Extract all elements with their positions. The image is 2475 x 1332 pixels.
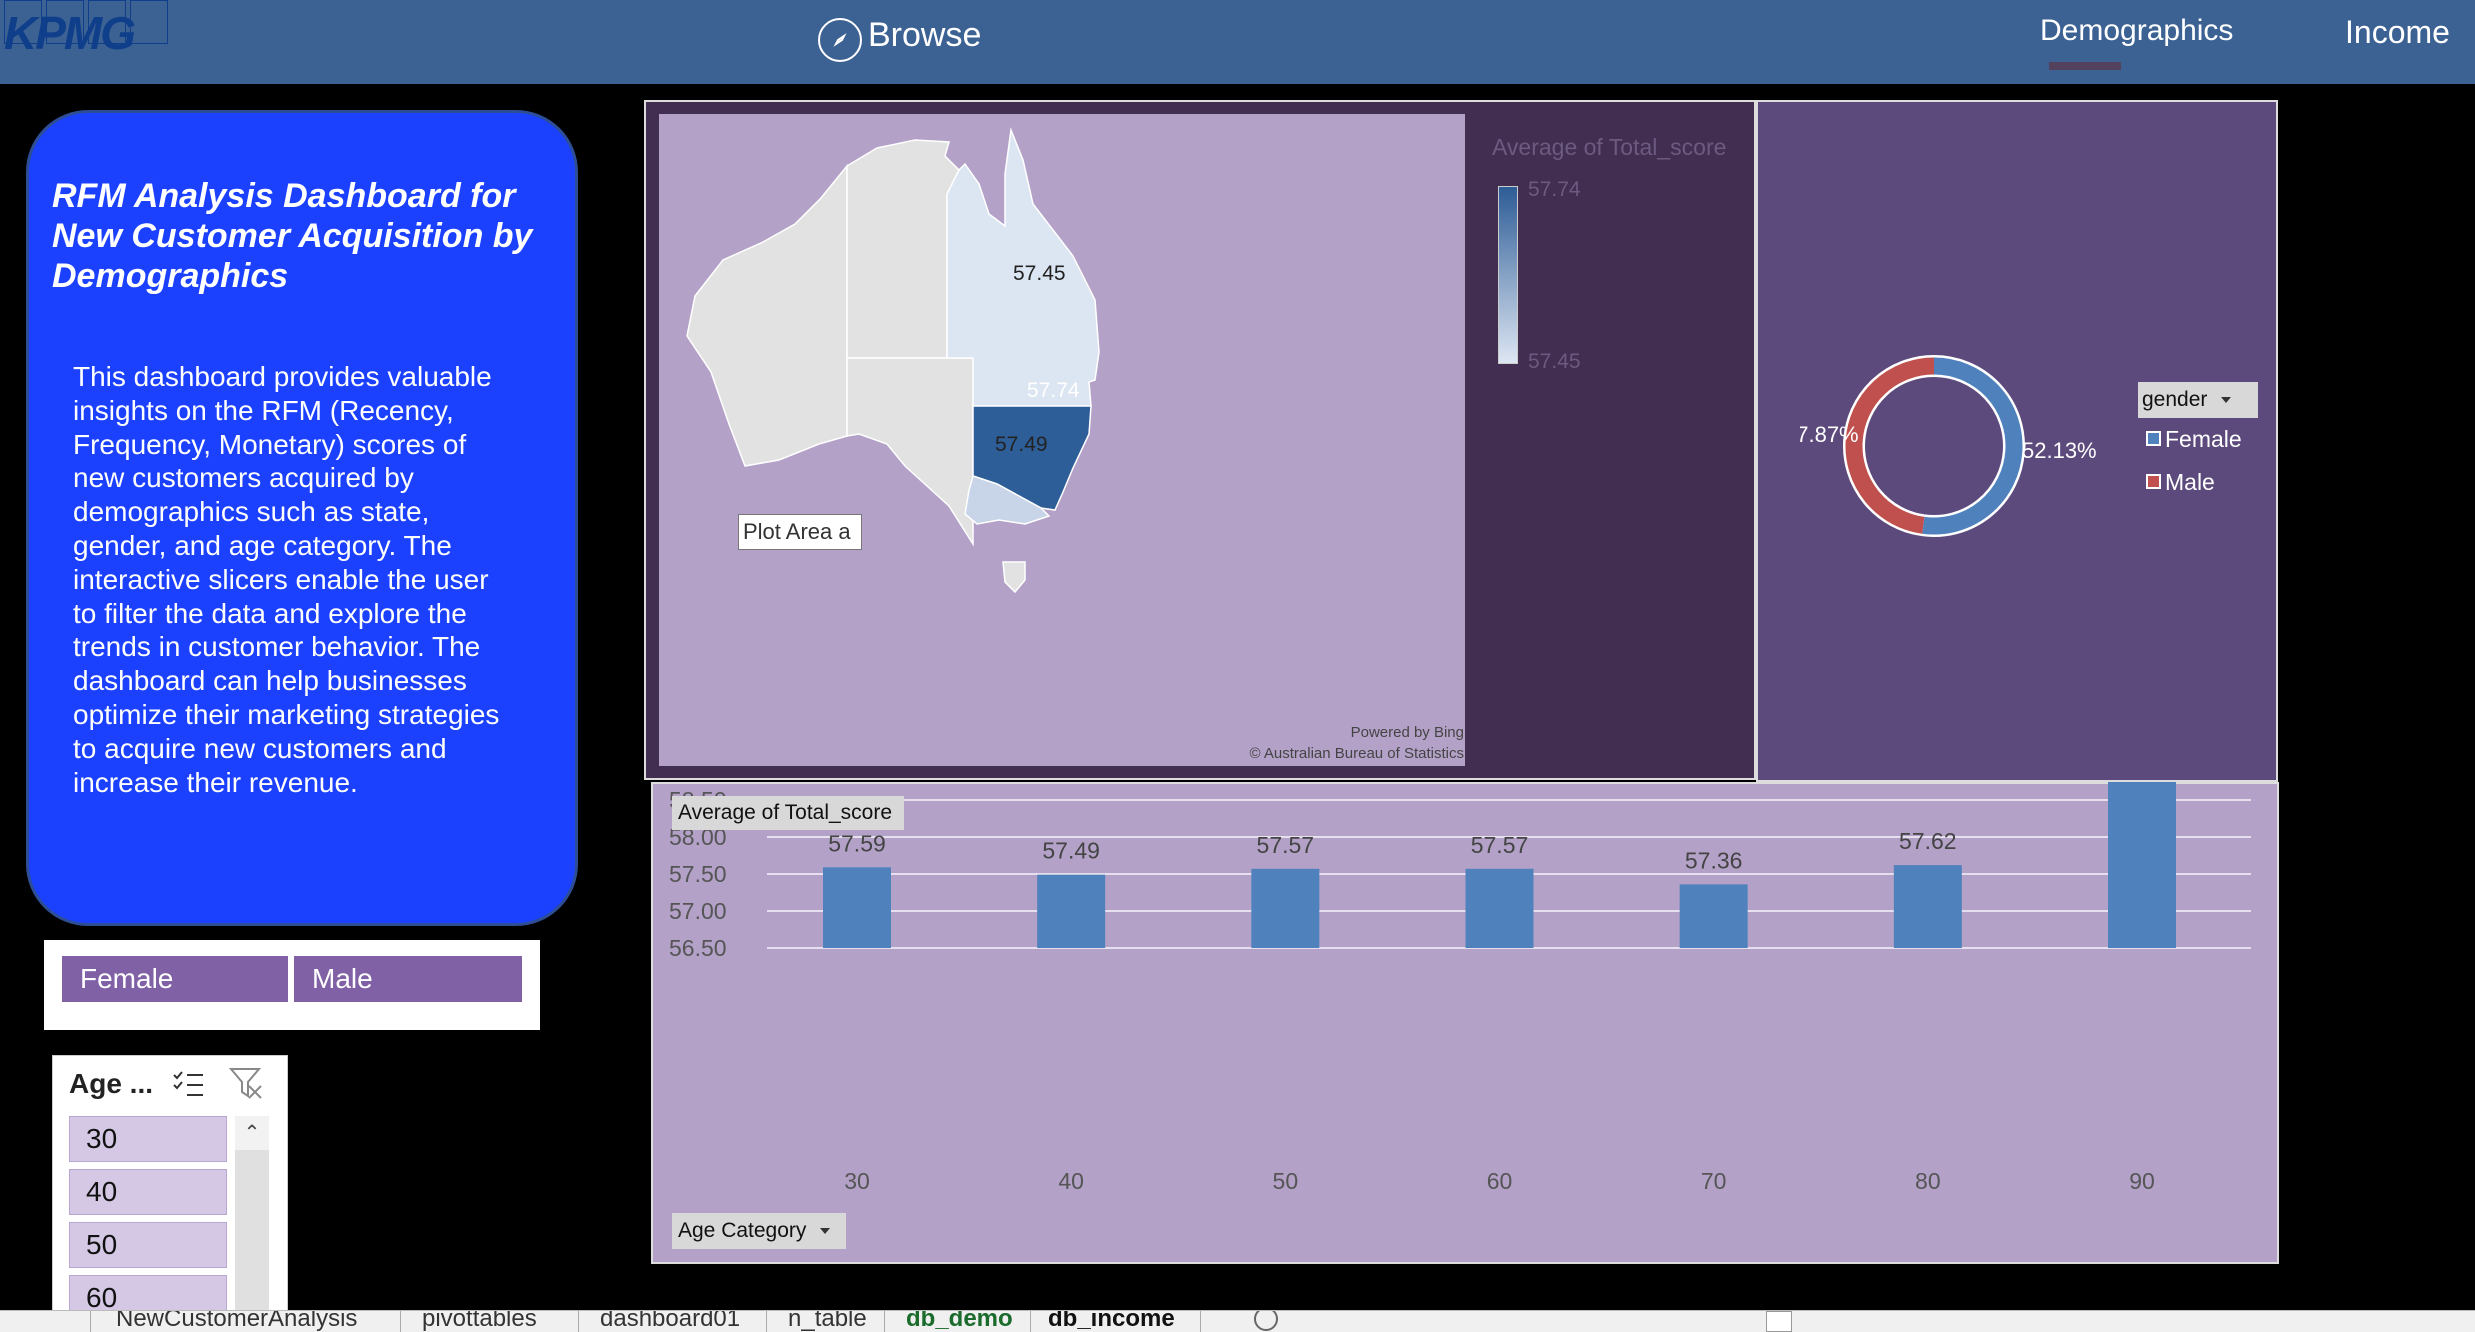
age-bar-chart: 59.0058.5058.0057.5057.0056.5057.593057.…	[669, 782, 2251, 1194]
age-slicer: Age ... 30 40 50 60 ⌃	[52, 1055, 288, 1331]
legend-female-label: Female	[2165, 426, 2242, 452]
age-slicer-title: Age ...	[69, 1068, 154, 1099]
nav-demographics[interactable]: Demographics	[2040, 14, 2233, 48]
region-wa[interactable]	[686, 163, 848, 467]
value-field-button[interactable]: Average of Total_score	[672, 796, 905, 830]
map-color-scale	[1498, 186, 1518, 364]
legend-male-swatch	[2146, 474, 2161, 490]
donut-label-male: 47.87%	[1800, 422, 1859, 447]
legend-male[interactable]: Male	[2146, 469, 2215, 496]
gender-field-label: gender	[2142, 388, 2208, 411]
y-tick-label: 56.50	[669, 935, 727, 961]
plot-area-tooltip-text: Plot Area	[743, 519, 833, 544]
scroll-left-icon[interactable]	[1766, 1311, 1792, 1332]
browse-button[interactable]: Browse	[868, 16, 981, 55]
sheet-tab-bar: NewCustomerAnalysis pivottables dashboar…	[0, 1310, 2475, 1332]
sheet-tab-db-demo[interactable]: db_demo	[906, 1311, 1013, 1332]
region-sa[interactable]	[846, 357, 974, 547]
x-tick-label: 70	[1701, 1168, 1727, 1194]
y-tick-label: 57.00	[669, 898, 727, 924]
bar-age-80[interactable]	[1893, 865, 1962, 948]
x-tick-label: 90	[2129, 1168, 2155, 1194]
map-label-nsw: 57.74	[1027, 379, 1080, 402]
bar-value-label: 57.57	[1471, 832, 1529, 858]
bar-value-label: 57.59	[828, 830, 886, 856]
bar-value-label: 57.36	[1685, 847, 1743, 873]
scroll-up-icon[interactable]: ⌃	[235, 1116, 269, 1150]
x-tick-label: 50	[1273, 1168, 1299, 1194]
map-legend-title: Average of Total_score	[1492, 134, 1727, 160]
donut-slice-male[interactable]	[1845, 357, 1935, 534]
legend-female-swatch	[2146, 431, 2161, 447]
chevron-down-icon	[820, 1228, 831, 1235]
sheet-tab-pivottables[interactable]: pivottables	[422, 1311, 537, 1332]
sheet-tab-newcustomeranalysis[interactable]: NewCustomerAnalysis	[116, 1311, 357, 1332]
x-tick-label: 30	[844, 1168, 870, 1194]
abs-credit: © Australian Bureau of Statistics	[1249, 745, 1465, 762]
bar-age-60[interactable]	[1465, 868, 1534, 948]
multi-select-icon[interactable]	[171, 1068, 205, 1105]
map-label-qld: 57.45	[1013, 262, 1066, 285]
map-legend-min: 57.45	[1528, 350, 1581, 373]
age-item-40[interactable]: 40	[69, 1169, 227, 1215]
australia-map: 57.45 57.74 57.49	[686, 127, 1100, 594]
map-credit: Powered by Bing © Australian Bureau of S…	[1180, 722, 1465, 764]
compass-icon[interactable]	[818, 18, 862, 62]
bar-value-label: 57.57	[1257, 832, 1315, 858]
legend-female[interactable]: Female	[2146, 426, 2242, 453]
bar-age-40[interactable]	[1037, 874, 1106, 948]
bar-age-90[interactable]	[2108, 782, 2176, 948]
map-legend-max: 57.74	[1528, 178, 1581, 201]
y-tick-label: 57.50	[669, 861, 727, 887]
donut-label-female: 52.13%	[2022, 438, 2097, 463]
donut-slice-female[interactable]	[1922, 357, 2023, 535]
legend-male-label: Male	[2165, 469, 2215, 495]
plot-area-tooltip-suffix: a	[838, 519, 851, 544]
active-nav-indicator	[2049, 62, 2121, 70]
dashboard-title: RFM Analysis Dashboard for New Customer …	[52, 177, 533, 295]
bar-age-50[interactable]	[1251, 868, 1320, 948]
region-nt[interactable]	[846, 139, 960, 359]
gender-field-dropdown[interactable]: gender	[2138, 382, 2258, 418]
slicer-female[interactable]: Female	[62, 956, 288, 1002]
x-tick-label: 80	[1915, 1168, 1941, 1194]
map-label-vic: 57.49	[995, 433, 1048, 456]
add-sheet-icon[interactable]	[1254, 1311, 1278, 1331]
region-tas[interactable]	[1002, 561, 1026, 594]
gender-donut-chart: 52.13% 47.87%	[1800, 355, 2097, 537]
age-category-field-dropdown[interactable]: Age Category	[672, 1213, 847, 1249]
age-category-field-label: Age Category	[678, 1219, 807, 1242]
chevron-down-icon	[2221, 397, 2232, 404]
sheet-tab-dashboard01[interactable]: dashboard01	[600, 1311, 740, 1332]
x-tick-label: 40	[1058, 1168, 1084, 1194]
bar-value-label: 57.62	[1899, 828, 1957, 854]
age-item-30[interactable]: 30	[69, 1116, 227, 1162]
x-tick-label: 60	[1487, 1168, 1513, 1194]
nav-income[interactable]: Income	[2345, 14, 2450, 51]
bing-credit: Powered by Bing	[1350, 724, 1464, 741]
clear-filter-icon[interactable]	[228, 1066, 265, 1105]
sheet-tab-n-table[interactable]: n_table	[788, 1311, 867, 1332]
plot-area-tooltip: Plot Area a	[738, 514, 862, 550]
bar-age-70[interactable]	[1679, 884, 1748, 948]
slicer-male[interactable]: Male	[294, 956, 522, 1002]
sheet-tab-db-income[interactable]: db_income	[1048, 1311, 1175, 1332]
kpmg-logo: KPMG	[4, 7, 136, 59]
bar-value-label: 57.49	[1042, 838, 1100, 864]
bar-age-30[interactable]	[823, 867, 891, 948]
gender-slicer: Female Male	[44, 940, 540, 1030]
dashboard-description: This dashboard provides valuable insight…	[73, 361, 500, 798]
age-item-50[interactable]: 50	[69, 1222, 227, 1268]
